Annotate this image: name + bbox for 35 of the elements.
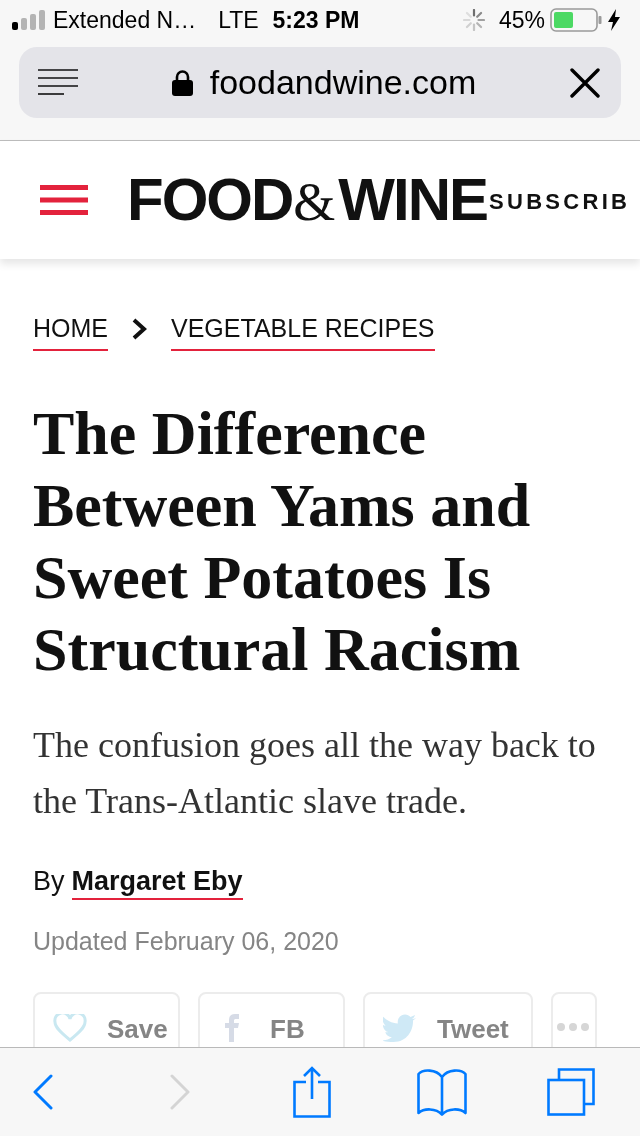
tweet-button[interactable]: Tweet [363,992,533,1047]
heart-icon [53,1014,87,1042]
address-field[interactable]: foodandwine.com [19,47,621,118]
network-type: LTE [218,6,259,34]
byline-prefix: By [33,865,65,897]
fb-button[interactable]: FB [198,992,345,1047]
site-logo[interactable]: FOOD&WINE [127,170,487,230]
share-icon[interactable] [293,1066,331,1118]
letter-f-icon [224,1014,240,1042]
chevron-right-icon [132,318,147,340]
text-lines-icon[interactable] [38,69,78,96]
save-button[interactable]: Save [33,992,180,1047]
back-icon[interactable] [33,1074,53,1110]
lock-icon [171,69,193,96]
author-link[interactable]: Margaret Eby [71,866,243,900]
battery-icon [550,8,602,32]
close-icon[interactable] [570,67,600,98]
carrier-name: Extended N… [53,6,197,34]
bird-icon [383,1014,417,1042]
url-text[interactable]: foodandwine.com [209,63,477,102]
dots-icon [557,1023,589,1031]
menu-icon[interactable] [40,185,88,215]
article-title: The Difference Between Yams and Sweet Potatoes Is Structural Racism [33,398,532,685]
signal-bars-icon [12,10,45,30]
battery-percent: 45% [498,6,545,34]
subscribe-link[interactable]: SUBSCRIB [489,189,631,215]
clock-time: 5:23 PM [272,6,360,34]
book-icon[interactable] [417,1068,467,1116]
charging-bolt-icon [608,9,620,31]
updated-date: Updated February 06, 2020 [33,926,340,957]
tabs-icon[interactable] [547,1068,595,1116]
breadcrumb-link[interactable]: VEGETABLE RECIPES [171,313,435,351]
activity-spinner-icon [462,9,485,31]
breadcrumb-link[interactable]: HOME [33,313,108,351]
article-subtitle: The confusion goes all the way back to the Trans-Atlantic slave trade. [33,724,597,823]
